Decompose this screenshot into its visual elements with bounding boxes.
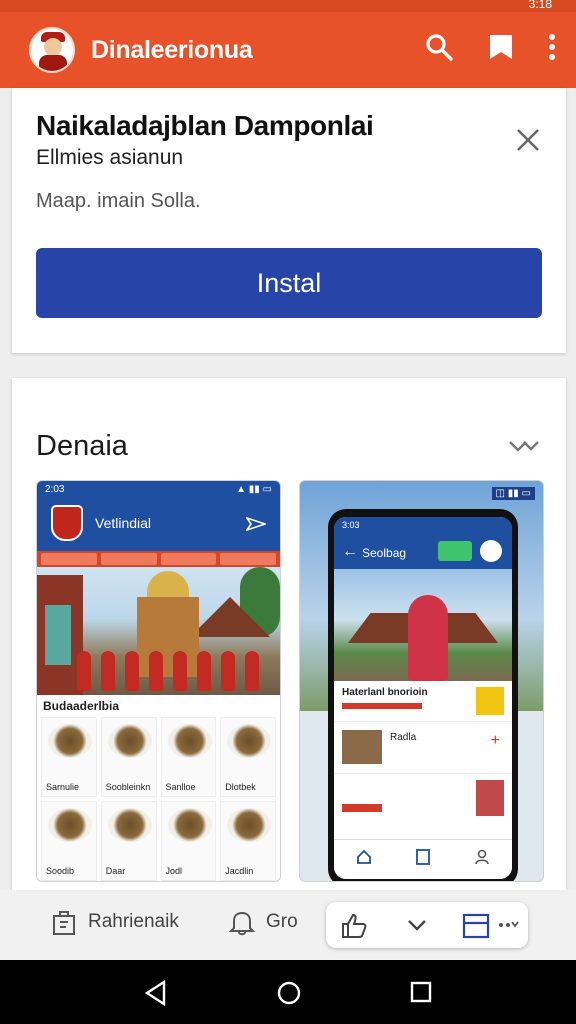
phone-app-bar: ← Seolbag: [334, 535, 512, 569]
screenshots-card: Denaia 2:03 ▲ ▮▮ ▭ Vetlindial Budaaderlb…: [12, 378, 566, 890]
dish-item: Soobleinkn: [100, 717, 157, 797]
screenshot-2[interactable]: ◫ ▮▮ ▭ 3:03 ← Seolbag Haterlanl bnorioin: [299, 480, 544, 882]
phone-list-row: Radla +: [334, 721, 512, 773]
phone-mockup: 3:03 ← Seolbag Haterlanl bnorioin Radla …: [328, 509, 518, 881]
screenshot-title: Vetlindial: [95, 515, 152, 531]
bookmark-icon[interactable]: [488, 33, 514, 61]
dish-item: Dlotbek: [220, 717, 276, 797]
list-icon: [416, 849, 430, 870]
back-arrow-icon: ←: [342, 543, 358, 560]
screenshot-1[interactable]: 2:03 ▲ ▮▮ ▭ Vetlindial Budaaderlbia Sarn…: [36, 480, 281, 882]
dish-item: Daar: [100, 801, 157, 881]
bag-icon: [53, 911, 75, 935]
share-action[interactable]: Rahrienaik: [50, 908, 179, 936]
phone-bottom-nav: [334, 839, 512, 879]
dish-label: Dlotbek: [225, 782, 256, 792]
village-photo: [37, 567, 280, 695]
system-nav-bar: [0, 960, 576, 1024]
close-icon[interactable]: [514, 126, 542, 154]
phone-screen: 3:03 ← Seolbag Haterlanl bnorioin Radla …: [334, 517, 512, 879]
dish-item: Sarnulie: [41, 717, 97, 797]
search-icon[interactable]: [424, 32, 454, 62]
dish-label: Jacdlin: [225, 866, 254, 876]
phone-card-title: Haterlanl bnorioin: [342, 687, 428, 698]
status-time: 3:18: [528, 0, 552, 11]
app-meta: Maap. imain Solla.: [36, 190, 201, 212]
more-dots-icon[interactable]: [498, 918, 520, 936]
chevron-down-icon[interactable]: [508, 438, 540, 461]
green-badge: [438, 541, 472, 561]
screenshot-tabs: [37, 551, 280, 567]
dish-item: Soodib: [41, 801, 97, 881]
bell-icon: [228, 911, 256, 936]
send-icon: [245, 516, 268, 536]
dish-label: Soobleinkn: [105, 782, 151, 792]
dish-label: Daar: [105, 866, 126, 876]
phone-screen-title: Seolbag: [362, 546, 407, 560]
signal-icons: ▲ ▮▮ ▭: [236, 484, 272, 495]
phone-list-row: [334, 773, 512, 825]
notify-action[interactable]: Gro: [228, 908, 298, 936]
dish-label: Jodl: [165, 866, 183, 876]
phone-info-card: Haterlanl bnorioin: [334, 681, 512, 721]
install-card: Naikaladajblan Damponlai Ellmies asianun…: [12, 88, 566, 353]
recents-icon[interactable]: [409, 980, 433, 1004]
floating-toolbar: [326, 902, 528, 948]
dish-item: Sanlloe: [160, 717, 217, 797]
app-title: Dinaleerionua: [91, 35, 253, 64]
share-label: Rahrienaik: [88, 911, 179, 932]
dish-item: Jacdlin: [220, 801, 276, 881]
screenshot-time: 2:03: [45, 484, 65, 495]
emblem-icon: [51, 505, 83, 541]
home-icon[interactable]: [276, 980, 302, 1006]
status-bar: 3:18: [0, 0, 576, 12]
dish-label: Soodib: [46, 866, 75, 876]
chevron-down-icon[interactable]: [406, 918, 428, 937]
phone-status-time: 3:03: [334, 517, 512, 535]
person-icon: [474, 849, 490, 870]
phone-row-title: Radla: [390, 732, 417, 743]
dish-label: Sarnulie: [46, 782, 80, 792]
install-button[interactable]: Instal: [36, 248, 542, 318]
phone-logo: [480, 540, 502, 562]
plus-icon: +: [490, 732, 500, 749]
section-title: Denaia: [36, 430, 128, 462]
screenshot-status-icons: ◫ ▮▮ ▭: [491, 487, 535, 500]
dish-item: Jodl: [160, 801, 217, 881]
phone-photo: [334, 569, 512, 681]
back-icon[interactable]: [144, 980, 168, 1006]
dish-label: Sanlloe: [165, 782, 196, 792]
window-icon[interactable]: [462, 913, 490, 944]
app-name: Naikaladajblan Damponlai: [36, 110, 374, 141]
app-subtitle: Ellmies asianun: [36, 146, 184, 169]
app-logo[interactable]: [29, 27, 75, 73]
food-grid: Sarnulie Soobleinkn Sanlloe Dlotbek Sood…: [37, 717, 280, 881]
notify-label: Gro: [266, 911, 298, 932]
app-bar: Dinaleerionua: [0, 12, 576, 88]
thumbs-up-icon[interactable]: [340, 913, 368, 944]
home-icon: [356, 849, 372, 870]
screenshot-status-bar: 2:03 ▲ ▮▮ ▭: [37, 481, 280, 499]
action-bar: Rahrienaik Gro: [0, 890, 576, 960]
more-vert-icon[interactable]: [548, 33, 556, 61]
food-section-title: Budaaderlbia: [43, 699, 120, 713]
screenshot-header: Vetlindial: [37, 499, 280, 551]
